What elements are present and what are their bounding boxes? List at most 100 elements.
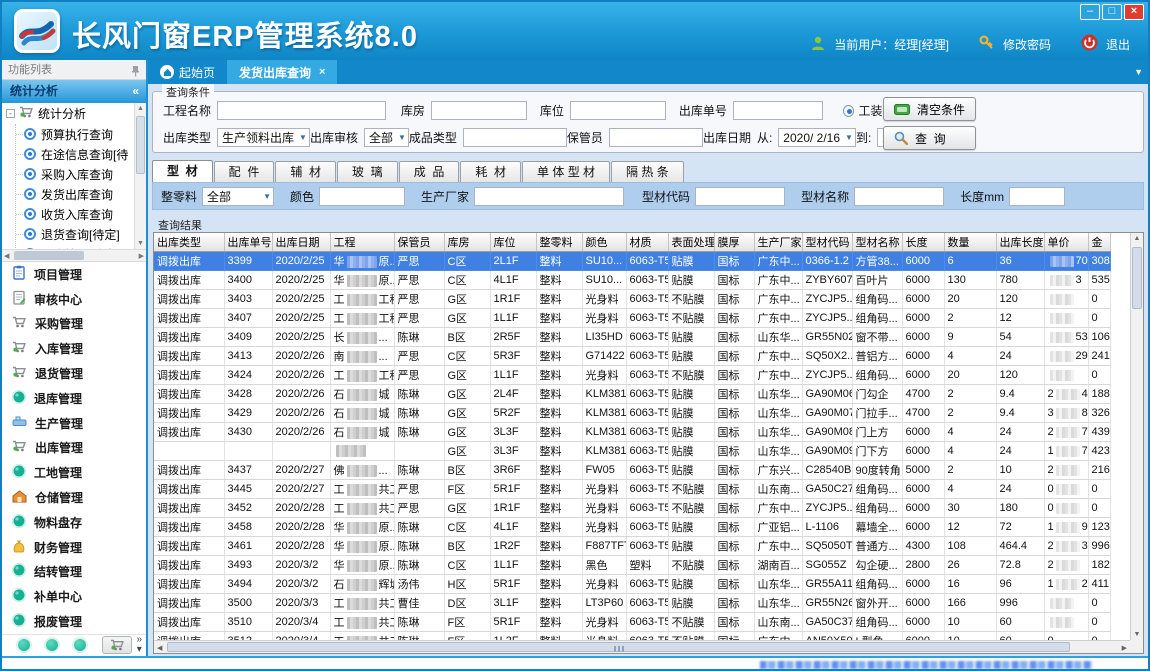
radio-work-label[interactable]: 工装 [858, 102, 882, 119]
subtab-成品[interactable]: 成 品 [399, 161, 460, 182]
table-row[interactable]: 调拨出库34522020/2/28工共工程严思G区1R1F整料光身料6063-T… [154, 499, 1110, 518]
column-header[interactable]: 表面处理 [668, 233, 714, 252]
sidebar-group-statistics[interactable]: 统计分析 « [2, 80, 146, 103]
tab-overflow-icon[interactable]: ▼ [1134, 67, 1143, 77]
subtab-隔热条[interactable]: 隔 热 条 [611, 161, 684, 182]
sidebar-item-结转管理[interactable]: 结转管理 [2, 560, 146, 585]
profile-name-input[interactable] [854, 187, 944, 206]
change-password-link[interactable]: 修改密码 [1003, 36, 1051, 53]
dot-icon[interactable] [18, 639, 30, 651]
tree-item-退货查询[待定][interactable]: 退货查询[待定] [16, 224, 146, 244]
dot-icon[interactable] [46, 639, 58, 651]
whole-part-select[interactable]: 全部▼ [202, 187, 274, 206]
maximize-button[interactable]: □ [1102, 4, 1122, 20]
table-row[interactable]: 调拨出库34002020/2/25华原...严思C区4L1F整料SU10...6… [154, 271, 1110, 290]
column-header[interactable]: 出库类型 [154, 233, 224, 252]
audit-select[interactable]: 全部▼ [364, 128, 409, 147]
column-header[interactable]: 库房 [444, 233, 490, 252]
subtab-辅材[interactable]: 辅 材 [275, 161, 336, 182]
column-header[interactable]: 长度 [902, 233, 944, 252]
sidebar-item-工地管理[interactable]: 工地管理 [2, 460, 146, 485]
column-header[interactable]: 材质 [626, 233, 668, 252]
table-row[interactable]: 调拨出库35102020/3/4工共工程陈琳F区5R1F整料光身料6063-T5… [154, 613, 1110, 632]
tree-root-statistics[interactable]: - 统计分析 [2, 103, 146, 124]
logout-link[interactable]: 退出 [1106, 36, 1130, 53]
tree-item-收货入库查询[interactable]: 收货入库查询 [16, 204, 146, 224]
tree-expander-icon[interactable]: - [6, 109, 15, 118]
date-from-picker[interactable]: 2020/ 2/16▼ [778, 128, 856, 147]
table-row[interactable]: 调拨出库34242020/2/26工工程严思G区1L1F整料光身料6063-T5… [154, 366, 1110, 385]
dot-icon[interactable] [74, 639, 86, 651]
sidebar-item-物料盘存[interactable]: 物料盘存 [2, 510, 146, 535]
radio-work-install[interactable] [843, 105, 854, 117]
table-row[interactable]: 调拨出库34282020/2/26石城陈琳G区2L4F整料KLM38176063… [154, 385, 1110, 404]
table-row[interactable]: 调拨出库34372020/2/27佛...陈琳B区3R6F整料FW056063-… [154, 461, 1110, 480]
clear-conditions-button[interactable]: 清空条件 [883, 97, 976, 121]
cart-button[interactable] [102, 636, 132, 654]
keeper-input[interactable] [609, 128, 703, 147]
column-header[interactable]: 膜厚 [714, 233, 754, 252]
location-input[interactable] [570, 101, 666, 120]
tab-close-icon[interactable]: × [319, 66, 325, 78]
outbound-type-select[interactable]: 生产领料出库▼ [217, 128, 310, 147]
table-row[interactable]: 调拨出库34452020/2/27工共工程严思F区5R1F整料光身料6063-T… [154, 480, 1110, 499]
subtab-玻璃[interactable]: 玻 璃 [337, 161, 398, 182]
sidebar-item-出库管理[interactable]: 出库管理 [2, 436, 146, 461]
table-row[interactable]: 调拨出库33992020/2/25华原...严思C区2L1F整料SU10...6… [154, 252, 1110, 271]
tree-item-在途信息查询[待[interactable]: 在途信息查询[待 [16, 144, 146, 164]
column-header[interactable]: 单价 [1044, 233, 1088, 252]
subtab-耗材[interactable]: 耗 材 [460, 161, 521, 182]
product-type-input[interactable] [463, 128, 567, 147]
table-row[interactable]: 调拨出库35122020/3/4工共工程陈琳F区1L2F整料光身料6063-T5… [154, 632, 1110, 641]
tree-item-发货出库查询[interactable]: 发货出库查询 [16, 184, 146, 204]
sidebar-item-入库管理[interactable]: 入库管理 [2, 336, 146, 361]
sidebar-item-项目管理[interactable]: 项目管理 [2, 262, 146, 287]
tree-vertical-scrollbar[interactable]: ▲▼ [134, 103, 146, 249]
column-header[interactable]: 型材名称 [852, 233, 902, 252]
column-header[interactable]: 金 [1088, 233, 1110, 252]
tab-起始页[interactable]: 起始页 [148, 60, 227, 84]
column-header[interactable]: 工程 [330, 233, 394, 252]
column-header[interactable]: 出库单号 [224, 233, 272, 252]
tree-item-预算执行查询[interactable]: 预算执行查询 [16, 124, 146, 144]
sidebar-item-审核中心[interactable]: 审核中心 [2, 287, 146, 312]
tree-horizontal-scrollbar[interactable]: ◀▶ [2, 249, 146, 262]
close-button[interactable]: × [1124, 4, 1144, 20]
grid-vertical-scrollbar[interactable]: ▲▼ [1130, 233, 1143, 640]
sidebar-item-采购管理[interactable]: 采购管理 [2, 312, 146, 337]
table-row[interactable]: 调拨出库34092020/2/25长...陈琳B区2R5F整料LI35HD606… [154, 328, 1110, 347]
column-header[interactable]: 库位 [490, 233, 536, 252]
column-header[interactable]: 生产厂家 [754, 233, 802, 252]
length-input[interactable] [1009, 187, 1065, 206]
column-header[interactable]: 数量 [944, 233, 996, 252]
table-row[interactable]: 调拨出库34302020/2/26石城陈琳G区3L3F整料KLM38176063… [154, 423, 1110, 442]
grid-horizontal-scrollbar[interactable]: ◀▶ [154, 640, 1130, 653]
table-row[interactable]: 调拨出库34292020/2/26石城陈琳G区5R2F整料KLM38176063… [154, 404, 1110, 423]
project-name-input[interactable] [217, 101, 386, 120]
color-input[interactable] [319, 187, 405, 206]
subtab-配件[interactable]: 配 件 [214, 161, 275, 182]
table-row[interactable]: 调拨出库34132020/2/26南...严思C区5R3F整料G71422606… [154, 347, 1110, 366]
warehouse-input[interactable] [431, 101, 527, 120]
column-header[interactable]: 出库长度 [996, 233, 1044, 252]
table-row[interactable]: 调拨出库34942020/3/2石辉城汤伟H区5R1F整料光身料6063-T5贴… [154, 575, 1110, 594]
sidebar-item-仓储管理[interactable]: 仓储管理 [2, 485, 146, 510]
subtab-型材[interactable]: 型 材 [152, 160, 213, 182]
profile-code-input[interactable] [695, 187, 785, 206]
sidebar-item-退货管理[interactable]: 退货管理 [2, 361, 146, 386]
table-row[interactable]: 调拨出库34032020/2/25工工程严思G区1R1F整料光身料6063-T5… [154, 290, 1110, 309]
column-header[interactable]: 保管员 [394, 233, 444, 252]
sidebar-item-退库管理[interactable]: 退库管理 [2, 386, 146, 411]
overflow-chevron[interactable]: »▾ [136, 635, 142, 655]
sidebar-item-报废管理[interactable]: 报废管理 [2, 609, 146, 634]
table-row[interactable]: 调拨出库34932020/3/2华原...陈琳C区1L1F整料黑色塑料不贴膜国标… [154, 556, 1110, 575]
tree-item-采购入库查询[interactable]: 采购入库查询 [16, 164, 146, 184]
table-row[interactable]: 调拨出库34582020/2/28华原...陈琳C区4L1F整料光身料6063-… [154, 518, 1110, 537]
minimize-button[interactable]: – [1080, 4, 1100, 20]
column-header[interactable]: 整零料 [536, 233, 582, 252]
table-row[interactable]: 调拨出库35002020/3/3工共工程曹佳D区3L1F整料LT3P606063… [154, 594, 1110, 613]
sidebar-item-生产管理[interactable]: 生产管理 [2, 411, 146, 436]
table-row[interactable]: 调拨出库34612020/2/28华原...陈琳B区1R2F整料F887TFT6… [154, 537, 1110, 556]
tab-发货出库查询[interactable]: 发货出库查询× [227, 60, 337, 84]
table-row[interactable]: G区3L3F整料KLM38176063-T5贴膜国标山东华...GA90M09.… [154, 442, 1110, 461]
